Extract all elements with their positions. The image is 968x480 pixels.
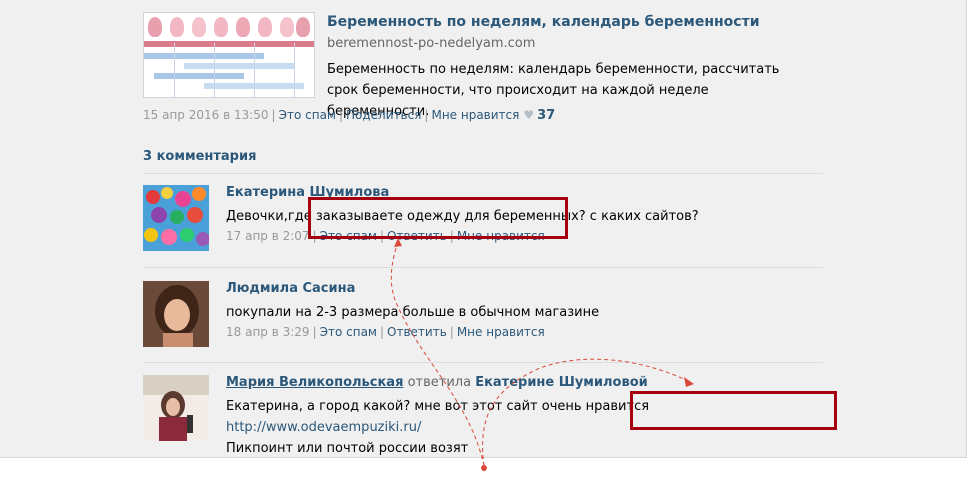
annotation-arrows [390, 238, 694, 471]
